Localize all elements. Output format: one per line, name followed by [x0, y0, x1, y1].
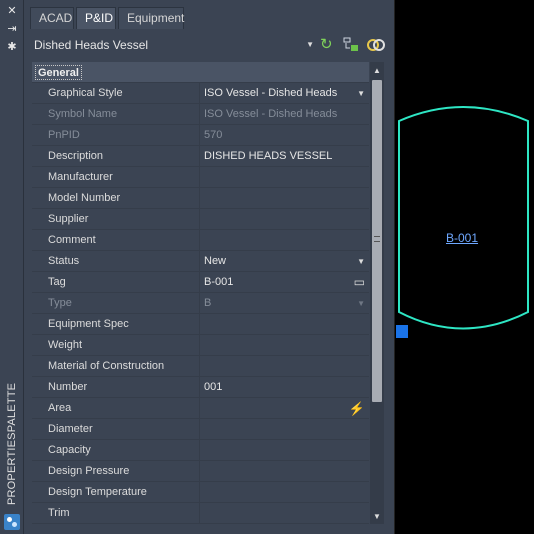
property-row[interactable]: Diameter [32, 419, 369, 440]
property-label: Graphical Style [48, 83, 200, 104]
palette-title: PROPERTIESPALETTE [6, 382, 18, 505]
scroll-up-icon[interactable]: ▲ [373, 66, 381, 75]
selector-row: Dished Heads Vessel ▼ ↻ [30, 33, 389, 57]
property-label: Number [48, 377, 200, 398]
refresh-icon[interactable]: ↻ [320, 37, 338, 53]
property-row: Type B ▼ [32, 293, 369, 314]
property-label: Symbol Name [48, 104, 200, 125]
property-row[interactable]: Model Number [32, 188, 369, 209]
property-label: Design Temperature [48, 482, 200, 503]
property-row[interactable]: Number 001 [32, 377, 369, 398]
scroll-down-icon[interactable]: ▼ [373, 512, 381, 521]
tab-acad[interactable]: ACAD [30, 7, 74, 29]
browse-icon[interactable]: ▭ [354, 272, 365, 293]
vessel-symbol[interactable] [396, 0, 534, 534]
property-row[interactable]: Weight [32, 335, 369, 356]
property-row: PnPID 570 [32, 125, 369, 146]
tab-equipment[interactable]: Equipment [118, 7, 184, 29]
palette-title-bar: ✕ ⇥ ✱ PROPERTIESPALETTE [0, 0, 24, 534]
scroll-thumb[interactable] [372, 80, 382, 402]
property-label: Status [48, 251, 200, 272]
property-label: Supplier [48, 209, 200, 230]
toggle-pickadd-icon[interactable] [366, 37, 385, 53]
property-label: Manufacturer [48, 167, 200, 188]
property-row[interactable]: Manufacturer [32, 167, 369, 188]
property-label: Model Number [48, 188, 200, 209]
close-icon[interactable]: ✕ [5, 4, 19, 18]
property-row[interactable]: Design Temperature [32, 482, 369, 503]
property-row[interactable]: Description DISHED HEADS VESSEL [32, 146, 369, 167]
vessel-tag-label[interactable]: B-001 [446, 231, 478, 245]
object-type-dropdown[interactable]: Dished Heads Vessel ▼ [30, 33, 316, 57]
property-value[interactable]: New [204, 251, 366, 272]
property-row[interactable]: Trim [32, 503, 369, 524]
property-label: Type [48, 293, 200, 314]
auto-hide-icon[interactable]: ⇥ [5, 22, 19, 36]
property-label: Comment [48, 230, 200, 251]
property-row[interactable]: Supplier [32, 209, 369, 230]
property-label: Capacity [48, 440, 200, 461]
property-value[interactable] [204, 482, 366, 503]
object-type-value: Dished Heads Vessel [34, 38, 149, 52]
property-grid: General Graphical Style ISO Vessel - Dish… [32, 62, 369, 524]
property-value: ISO Vessel - Dished Heads [204, 108, 338, 120]
property-value[interactable]: DISHED HEADS VESSEL [204, 146, 366, 167]
property-value[interactable] [204, 167, 366, 188]
category-label: General [35, 65, 82, 80]
property-value[interactable]: ISO Vessel - Dished Heads [204, 83, 366, 104]
property-value: B [204, 297, 212, 309]
category-general[interactable]: General [32, 62, 369, 83]
grip-lines-icon [374, 236, 380, 242]
vessel-outline [398, 106, 529, 330]
property-row[interactable]: Equipment Spec [32, 314, 369, 335]
property-value[interactable]: B-001 [204, 272, 366, 293]
property-label: Diameter [48, 419, 200, 440]
property-row[interactable]: Graphical Style ISO Vessel - Dished Heads… [32, 83, 369, 104]
property-value[interactable] [204, 314, 366, 335]
drawing-canvas[interactable]: B-001 [396, 0, 534, 534]
property-label: Material of Construction [48, 356, 200, 377]
property-value[interactable] [204, 188, 366, 209]
property-value[interactable] [204, 398, 366, 419]
property-row: Symbol Name ISO Vessel - Dished Heads [32, 104, 369, 125]
vertical-scrollbar[interactable]: ▲ ▼ [370, 62, 384, 524]
property-label: Design Pressure [48, 461, 200, 482]
property-value[interactable] [204, 419, 366, 440]
property-value[interactable] [204, 230, 366, 251]
property-label: Trim [48, 503, 200, 524]
grip-handle[interactable] [396, 325, 408, 338]
property-value[interactable] [204, 335, 366, 356]
property-value[interactable] [204, 461, 366, 482]
property-label: Tag [48, 272, 200, 293]
property-label: PnPID [48, 125, 200, 146]
property-label: Weight [48, 335, 200, 356]
chevron-down-icon[interactable]: ▼ [357, 83, 365, 104]
property-value: 570 [204, 129, 223, 141]
property-value[interactable] [204, 503, 366, 524]
property-row[interactable]: Material of Construction [32, 356, 369, 377]
property-value[interactable] [204, 440, 366, 461]
property-value[interactable] [204, 356, 366, 377]
chevron-down-icon: ▼ [306, 40, 314, 49]
property-label: Description [48, 146, 200, 167]
property-row[interactable]: Tag B-001 ▭ [32, 272, 369, 293]
property-row[interactable]: Status New ▼ [32, 251, 369, 272]
property-row[interactable]: Capacity [32, 440, 369, 461]
property-row[interactable]: Design Pressure [32, 461, 369, 482]
property-row[interactable]: Comment [32, 230, 369, 251]
pid-logo-icon[interactable] [4, 514, 20, 530]
property-label: Equipment Spec [48, 314, 200, 335]
property-row[interactable]: Area ⚡ [32, 398, 369, 419]
properties-palette: ACAD P&ID Equipment Dished Heads Vessel … [24, 0, 395, 534]
chevron-down-icon: ▼ [357, 299, 365, 308]
palette-properties-icon[interactable]: ✱ [5, 40, 19, 54]
chevron-down-icon[interactable]: ▼ [357, 251, 365, 272]
tab-pid[interactable]: P&ID [76, 7, 116, 29]
quick-select-icon[interactable] [342, 37, 360, 53]
property-label: Area [48, 398, 200, 419]
property-value[interactable]: 001 [204, 377, 366, 398]
property-value[interactable] [204, 209, 366, 230]
lightning-icon[interactable]: ⚡ [349, 398, 365, 419]
